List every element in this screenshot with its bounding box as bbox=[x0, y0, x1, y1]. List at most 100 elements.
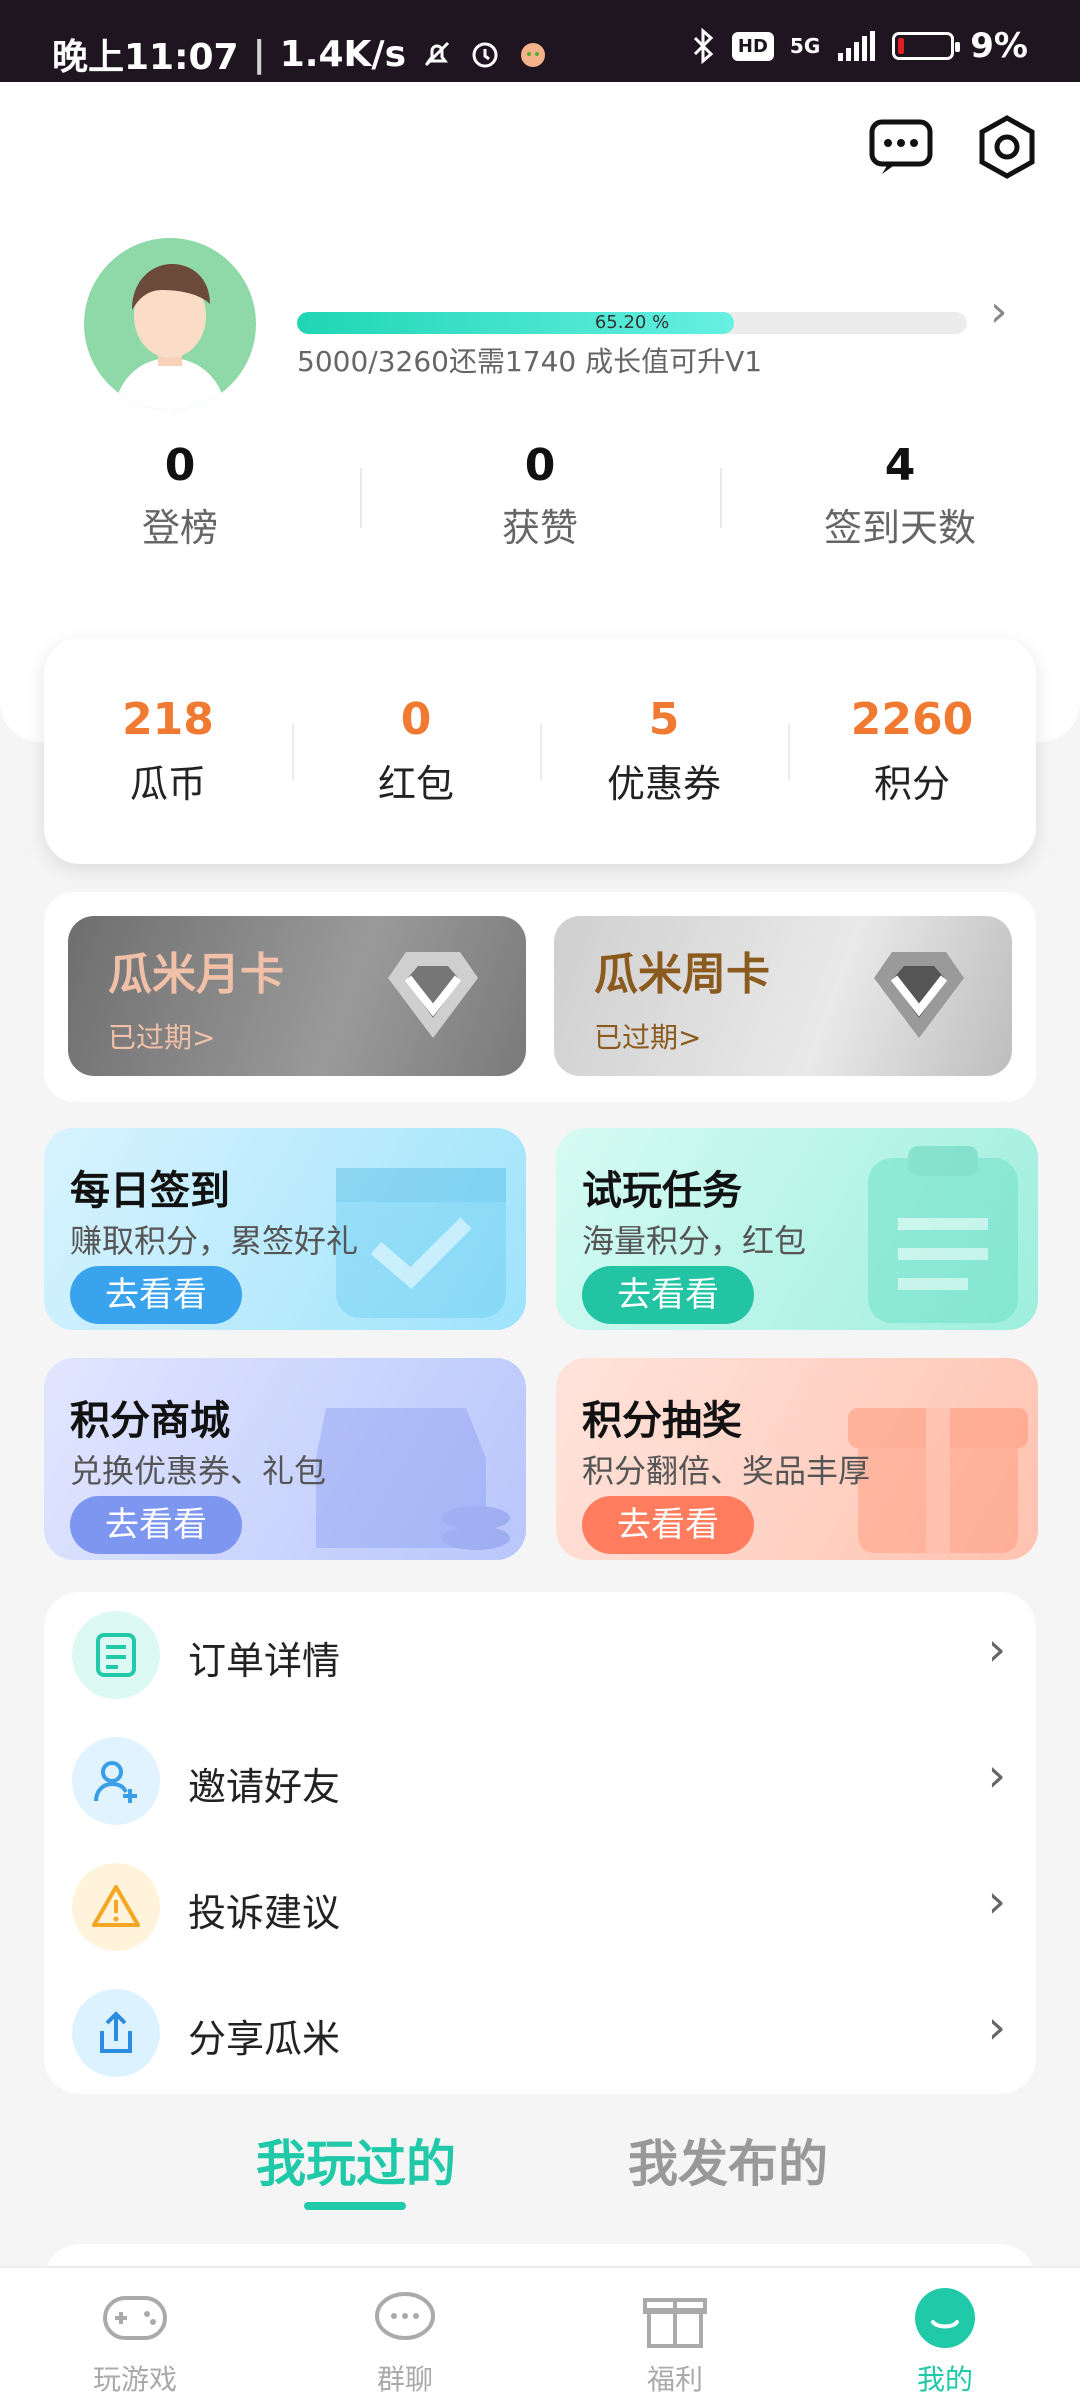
menu-label: 投诉建议 bbox=[188, 1891, 341, 1935]
task-title: 每日签到 bbox=[70, 1168, 230, 1214]
card-status: 已过期> bbox=[594, 1021, 702, 1054]
nav-welfare[interactable]: 福利 bbox=[540, 2268, 810, 2400]
nav-label: 我的 bbox=[916, 2363, 973, 2396]
battery-icon bbox=[892, 32, 961, 60]
chat-icon bbox=[375, 2292, 435, 2340]
clipboard-icon bbox=[868, 1146, 1018, 1323]
status-time: 晚上11:07 bbox=[52, 37, 239, 78]
menu-item-orders[interactable]: 订单详情 › bbox=[44, 1592, 1036, 1718]
menu-label: 邀请好友 bbox=[188, 1765, 341, 1809]
stat-value: 0 bbox=[524, 440, 556, 491]
settings-icon[interactable] bbox=[972, 112, 1042, 182]
menu-label: 分享瓜米 bbox=[188, 2017, 341, 2061]
app-notification-icon bbox=[521, 43, 545, 67]
stat-label: 登榜 bbox=[141, 506, 218, 550]
menu-item-feedback[interactable]: 投诉建议 › bbox=[44, 1844, 1036, 1970]
task-subtitle: 积分翻倍、奖品丰厚 bbox=[582, 1452, 871, 1490]
stat-likes[interactable]: 0 获赞 bbox=[360, 440, 720, 552]
progress-percent: 65.20 % bbox=[594, 312, 670, 333]
go-button[interactable]: 去看看 bbox=[582, 1266, 754, 1324]
chevron-right-icon: › bbox=[987, 1874, 1006, 1928]
points-mall-card[interactable]: 积分商城 兑换优惠券、礼包 去看看 bbox=[44, 1358, 526, 1560]
chevron-right-icon: › bbox=[987, 1748, 1006, 1802]
stat-checkin-days[interactable]: 4 签到天数 bbox=[720, 440, 1080, 552]
nav-label: 群聊 bbox=[376, 2363, 433, 2396]
invite-icon bbox=[72, 1737, 160, 1825]
go-button[interactable]: 去看看 bbox=[70, 1266, 242, 1324]
avatar[interactable] bbox=[84, 238, 256, 410]
nav-label: 福利 bbox=[646, 2363, 703, 2396]
gamepad-icon bbox=[103, 2296, 167, 2340]
nav-play-games[interactable]: 玩游戏 bbox=[0, 2268, 270, 2400]
chevron-right-icon: › bbox=[987, 2000, 1006, 2054]
menu-label: 订单详情 bbox=[188, 1639, 341, 1683]
bluetooth-icon bbox=[693, 28, 714, 64]
weekly-card[interactable]: 瓜米周卡 已过期> bbox=[554, 916, 1012, 1076]
monthly-card[interactable]: 瓜米月卡 已过期> bbox=[68, 916, 526, 1076]
menu-list: 订单详情 › 邀请好友 › 投诉建议 › 分享瓜米 › bbox=[44, 1592, 1036, 2094]
signal-icon bbox=[838, 31, 876, 61]
menu-item-invite[interactable]: 邀请好友 › bbox=[44, 1718, 1036, 1844]
network-speed: 1.4K/s bbox=[279, 33, 406, 75]
stat-value: 4 bbox=[884, 440, 916, 491]
go-button[interactable]: 去看看 bbox=[70, 1496, 242, 1554]
wallet-card: 218 瓜币 0 红包 5 优惠券 2260 积分 bbox=[44, 638, 1036, 864]
wallet-label: 瓜币 bbox=[129, 762, 206, 806]
stat-rank[interactable]: 0 登榜 bbox=[0, 440, 360, 552]
profile-stats: 0 登榜 0 获赞 4 签到天数 bbox=[0, 440, 1080, 552]
wallet-value: 5 bbox=[648, 694, 680, 745]
task-subtitle: 赚取积分，累签好礼 bbox=[70, 1222, 359, 1260]
share-icon bbox=[72, 1989, 160, 2077]
wallet-value: 218 bbox=[122, 694, 214, 745]
wallet-coupons[interactable]: 5 优惠券 bbox=[540, 694, 788, 808]
message-icon[interactable] bbox=[866, 112, 936, 182]
profile-icon bbox=[915, 2288, 975, 2348]
task-title: 试玩任务 bbox=[582, 1168, 742, 1214]
wallet-value: 0 bbox=[400, 694, 432, 745]
nav-group-chat[interactable]: 群聊 bbox=[270, 2268, 540, 2400]
diamond-icon bbox=[388, 952, 478, 1038]
tab-played[interactable]: 我玩过的 bbox=[256, 2124, 456, 2196]
warning-icon bbox=[72, 1863, 160, 1951]
task-subtitle: 兑换优惠券、礼包 bbox=[70, 1452, 327, 1490]
card-status: 已过期> bbox=[108, 1021, 216, 1054]
points-lottery-card[interactable]: 积分抽奖 积分翻倍、奖品丰厚 去看看 bbox=[556, 1358, 1038, 1560]
network-type: 5G bbox=[789, 34, 821, 58]
wallet-coins[interactable]: 218 瓜币 bbox=[44, 694, 292, 808]
menu-item-share[interactable]: 分享瓜米 › bbox=[44, 1970, 1036, 2096]
trial-task-card[interactable]: 试玩任务 海量积分，红包 去看看 bbox=[556, 1128, 1038, 1330]
task-title: 积分抽奖 bbox=[582, 1398, 742, 1444]
go-button[interactable]: 去看看 bbox=[582, 1496, 754, 1554]
status-bar: 晚上11:07 | 1.4K/s HD 5G 9% bbox=[0, 0, 1080, 82]
wallet-redpacket[interactable]: 0 红包 bbox=[292, 694, 540, 808]
stat-label: 签到天数 bbox=[823, 506, 976, 550]
nav-mine[interactable]: 我的 bbox=[810, 2268, 1080, 2400]
nav-label: 玩游戏 bbox=[92, 2363, 177, 2396]
mute-bell-icon bbox=[424, 41, 450, 67]
order-icon bbox=[72, 1611, 160, 1699]
active-tab-indicator bbox=[304, 2202, 406, 2210]
card-title: 瓜米周卡 bbox=[594, 949, 770, 1000]
level-description: 5000/3260还需1740 成长值可升V1 bbox=[297, 345, 763, 378]
hd-badge: HD bbox=[731, 31, 774, 61]
task-subtitle: 海量积分，红包 bbox=[582, 1222, 807, 1260]
task-title: 积分商城 bbox=[70, 1398, 230, 1444]
chevron-right-icon: › bbox=[987, 1622, 1006, 1676]
stat-label: 获赞 bbox=[501, 506, 578, 550]
stat-value: 0 bbox=[164, 440, 196, 491]
alarm-icon bbox=[472, 42, 498, 68]
wallet-label: 积分 bbox=[873, 762, 950, 806]
chevron-right-icon[interactable]: › bbox=[990, 286, 1008, 337]
daily-checkin-card[interactable]: 每日签到 赚取积分，累签好礼 去看看 bbox=[44, 1128, 526, 1330]
shop-icon bbox=[316, 1408, 510, 1550]
tab-published[interactable]: 我发布的 bbox=[628, 2124, 828, 2196]
wallet-label: 红包 bbox=[377, 762, 454, 806]
content-tabs: 我玩过的 我发布的 bbox=[0, 2124, 1080, 2214]
wallet-points[interactable]: 2260 积分 bbox=[788, 694, 1036, 808]
wallet-value: 2260 bbox=[850, 694, 974, 745]
card-title: 瓜米月卡 bbox=[108, 949, 284, 1000]
diamond-icon bbox=[874, 952, 964, 1038]
battery-level: 9% bbox=[970, 26, 1028, 66]
gift-icon bbox=[643, 2298, 707, 2348]
bottom-nav: 玩游戏 群聊 福利 我的 bbox=[0, 2266, 1080, 2400]
